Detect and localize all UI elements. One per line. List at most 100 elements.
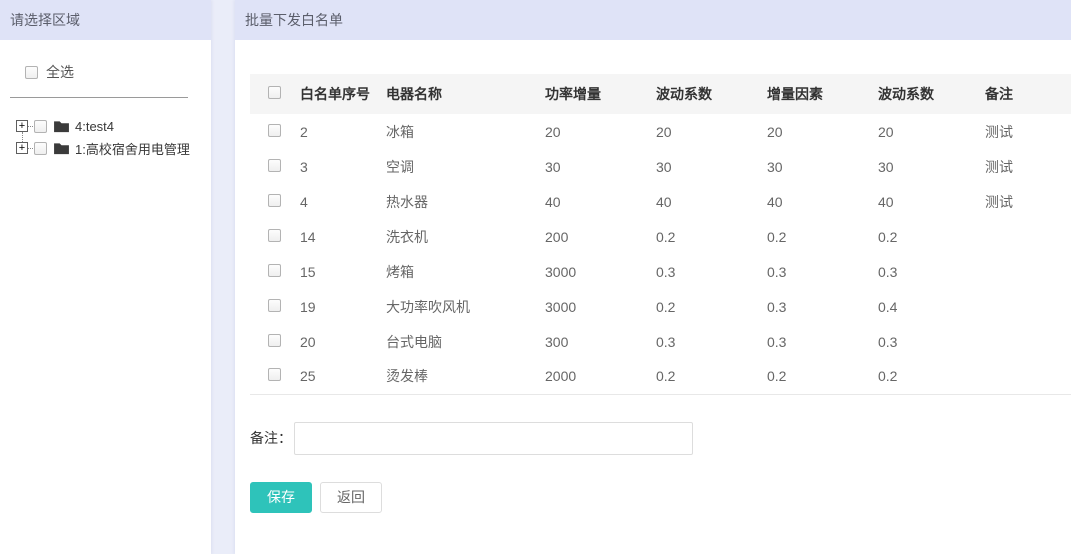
tree-node-checkbox[interactable] bbox=[34, 142, 47, 155]
cell-power: 3000 bbox=[531, 289, 642, 324]
tree-node-label[interactable]: 4:test4 bbox=[75, 119, 114, 134]
row-checkbox[interactable] bbox=[268, 194, 281, 207]
cell-name: 大功率吹风机 bbox=[372, 289, 531, 324]
select-all-row: 全选 bbox=[25, 62, 211, 82]
cell-fluct2: 0.2 bbox=[864, 359, 971, 394]
row-checkbox[interactable] bbox=[268, 334, 281, 347]
table-row: 14洗衣机2000.20.20.2 bbox=[250, 219, 1071, 254]
cell-remark: 测试 bbox=[971, 184, 1071, 219]
cell-fluct1: 0.2 bbox=[642, 219, 753, 254]
whitelist-table-wrap: 白名单序号 电器名称 功率增量 波动系数 增量因素 波动系数 备注 2冰箱202… bbox=[250, 74, 1071, 395]
table-row: 20台式电脑3000.30.30.3 bbox=[250, 324, 1071, 359]
cell-seq: 19 bbox=[286, 289, 372, 324]
row-checkbox[interactable] bbox=[268, 299, 281, 312]
cell-power: 30 bbox=[531, 149, 642, 184]
folder-icon bbox=[54, 120, 69, 133]
remark-row: 备注： bbox=[250, 422, 1071, 455]
cell-name: 烫发棒 bbox=[372, 359, 531, 394]
cell-fluct1: 0.3 bbox=[642, 324, 753, 359]
row-checkbox[interactable] bbox=[268, 264, 281, 277]
row-checkbox[interactable] bbox=[268, 124, 281, 137]
table-row: 25烫发棒20000.20.20.2 bbox=[250, 359, 1071, 394]
panel-gutter bbox=[211, 0, 235, 554]
page-title: 批量下发白名单 bbox=[235, 0, 1071, 40]
cell-factor: 0.3 bbox=[753, 324, 864, 359]
cell-factor: 30 bbox=[753, 149, 864, 184]
sidebar-divider bbox=[10, 97, 188, 98]
cell-factor: 20 bbox=[753, 114, 864, 149]
cell-seq: 20 bbox=[286, 324, 372, 359]
cell-fluct2: 20 bbox=[864, 114, 971, 149]
cell-name: 台式电脑 bbox=[372, 324, 531, 359]
main-panel: 批量下发白名单 白名单序号 电器名称 功率增量 波动系数 增量因素 波动系数 备… bbox=[235, 0, 1071, 554]
table-row: 3空调30303030测试 bbox=[250, 149, 1071, 184]
cell-name: 烤箱 bbox=[372, 254, 531, 289]
back-button[interactable]: 返回 bbox=[320, 482, 382, 513]
tree-connector bbox=[28, 148, 33, 149]
col-header: 波动系数 bbox=[642, 74, 753, 114]
remark-label: 备注： bbox=[250, 428, 292, 448]
cell-fluct2: 0.4 bbox=[864, 289, 971, 324]
tree-node: +1:高校宿舍用电管理 bbox=[16, 137, 211, 159]
row-checkbox[interactable] bbox=[268, 229, 281, 242]
cell-remark: 测试 bbox=[971, 149, 1071, 184]
cell-power: 3000 bbox=[531, 254, 642, 289]
cell-power: 2000 bbox=[531, 359, 642, 394]
cell-fluct2: 0.3 bbox=[864, 254, 971, 289]
action-buttons: 保存 返回 bbox=[250, 482, 1071, 513]
cell-name: 洗衣机 bbox=[372, 219, 531, 254]
cell-seq: 25 bbox=[286, 359, 372, 394]
tree-node-checkbox[interactable] bbox=[34, 120, 47, 133]
col-header: 备注 bbox=[971, 74, 1071, 114]
folder-icon bbox=[54, 142, 69, 155]
cell-remark bbox=[971, 254, 1071, 289]
table-row: 15烤箱30000.30.30.3 bbox=[250, 254, 1071, 289]
cell-seq: 14 bbox=[286, 219, 372, 254]
col-header: 白名单序号 bbox=[286, 74, 372, 114]
cell-seq: 4 bbox=[286, 184, 372, 219]
expand-plus-icon[interactable]: + bbox=[16, 120, 28, 132]
whitelist-table: 白名单序号 电器名称 功率增量 波动系数 增量因素 波动系数 备注 2冰箱202… bbox=[250, 74, 1071, 395]
cell-fluct2: 30 bbox=[864, 149, 971, 184]
cell-factor: 0.3 bbox=[753, 289, 864, 324]
remark-input[interactable] bbox=[294, 422, 693, 455]
cell-seq: 15 bbox=[286, 254, 372, 289]
col-header: 波动系数 bbox=[864, 74, 971, 114]
select-all-rows-checkbox[interactable] bbox=[268, 86, 281, 99]
cell-power: 300 bbox=[531, 324, 642, 359]
cell-remark: 测试 bbox=[971, 114, 1071, 149]
cell-fluct1: 30 bbox=[642, 149, 753, 184]
cell-factor: 0.2 bbox=[753, 359, 864, 394]
region-sidebar: 请选择区域 全选 +4:test4+1:高校宿舍用电管理 bbox=[0, 0, 211, 554]
cell-power: 20 bbox=[531, 114, 642, 149]
select-all-label: 全选 bbox=[46, 62, 74, 82]
col-header: 电器名称 bbox=[372, 74, 531, 114]
cell-fluct2: 40 bbox=[864, 184, 971, 219]
cell-fluct1: 0.2 bbox=[642, 289, 753, 324]
cell-power: 40 bbox=[531, 184, 642, 219]
cell-seq: 2 bbox=[286, 114, 372, 149]
tree-connector bbox=[28, 126, 33, 127]
cell-remark bbox=[971, 289, 1071, 324]
select-all-checkbox[interactable] bbox=[25, 66, 38, 79]
table-header-row: 白名单序号 电器名称 功率增量 波动系数 增量因素 波动系数 备注 bbox=[250, 74, 1071, 114]
row-checkbox[interactable] bbox=[268, 159, 281, 172]
cell-factor: 0.3 bbox=[753, 254, 864, 289]
cell-fluct1: 20 bbox=[642, 114, 753, 149]
cell-remark bbox=[971, 324, 1071, 359]
cell-remark bbox=[971, 219, 1071, 254]
table-row: 4热水器40404040测试 bbox=[250, 184, 1071, 219]
cell-seq: 3 bbox=[286, 149, 372, 184]
tree-node-label[interactable]: 1:高校宿舍用电管理 bbox=[75, 139, 190, 158]
cell-factor: 0.2 bbox=[753, 219, 864, 254]
col-header: 增量因素 bbox=[753, 74, 864, 114]
cell-name: 冰箱 bbox=[372, 114, 531, 149]
expand-plus-icon[interactable]: + bbox=[16, 142, 28, 154]
region-tree: +4:test4 +1:高校宿舍用电管理 bbox=[16, 115, 211, 159]
row-checkbox[interactable] bbox=[268, 368, 281, 381]
cell-fluct2: 0.2 bbox=[864, 219, 971, 254]
cell-name: 空调 bbox=[372, 149, 531, 184]
cell-power: 200 bbox=[531, 219, 642, 254]
cell-remark bbox=[971, 359, 1071, 394]
save-button[interactable]: 保存 bbox=[250, 482, 312, 513]
